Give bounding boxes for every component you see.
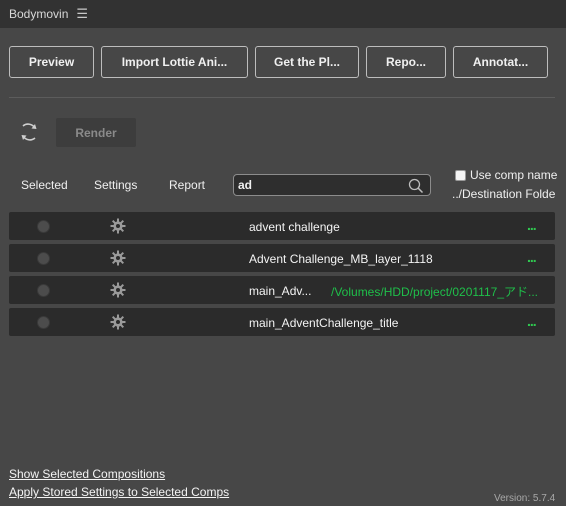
import-lottie-button[interactable]: Import Lottie Ani... <box>101 46 248 78</box>
gear-icon[interactable] <box>110 282 126 298</box>
version-label: Version: 5.7.4 <box>494 493 556 504</box>
select-radio[interactable] <box>37 316 50 329</box>
search-field[interactable] <box>233 174 431 196</box>
use-comp-name-option[interactable]: Use comp name <box>455 168 557 182</box>
select-radio[interactable] <box>37 284 50 297</box>
comp-name: main_AdventChallenge_title <box>249 316 399 330</box>
search-icon <box>408 178 424 194</box>
report-button[interactable]: Repo... <box>366 46 446 78</box>
annotate-button[interactable]: Annotat... <box>453 46 548 78</box>
search-input[interactable] <box>238 177 403 193</box>
gear-icon[interactable] <box>110 218 126 234</box>
comp-name: Advent Challenge_MB_layer_1118 <box>249 252 433 266</box>
comp-name: advent challenge <box>249 220 340 234</box>
preview-button[interactable]: Preview <box>9 46 94 78</box>
refresh-icon[interactable] <box>17 120 41 144</box>
apply-stored-settings-link[interactable]: Apply Stored Settings to Selected Comps <box>9 485 229 499</box>
destination-dots-button[interactable]: ... <box>527 249 537 265</box>
comp-row[interactable]: Advent Challenge_MB_layer_1118 ... <box>9 244 555 272</box>
destination-dots-button[interactable]: ... <box>527 313 537 329</box>
column-header-report: Report <box>169 178 206 192</box>
column-header-selected: Selected <box>21 178 68 192</box>
render-button[interactable]: Render <box>56 118 136 147</box>
show-selected-compositions-link[interactable]: Show Selected Compositions <box>9 467 165 481</box>
gear-icon[interactable] <box>110 250 126 266</box>
hamburger-menu-icon[interactable]: ☰ <box>76 6 88 22</box>
get-plugin-button[interactable]: Get the Pl... <box>255 46 359 78</box>
destination-path-link[interactable]: /Volumes/HDD/project/0201117_アド... <box>331 283 551 300</box>
comp-row[interactable]: main_AdventChallenge_title ... <box>9 308 555 336</box>
toolbar-divider <box>9 97 555 98</box>
comp-name: main_Adv... <box>249 284 312 298</box>
column-header-settings: Settings <box>94 178 138 192</box>
use-comp-name-checkbox[interactable] <box>455 169 466 181</box>
select-radio[interactable] <box>37 252 50 265</box>
comp-row[interactable]: advent challenge ... <box>9 212 555 240</box>
column-header-destination: ../Destination Folde <box>452 187 556 201</box>
select-radio[interactable] <box>37 220 50 233</box>
panel-titlebar: Bodymovin ☰ <box>0 0 566 28</box>
use-comp-name-label: Use comp name <box>470 168 558 182</box>
panel-title: Bodymovin <box>9 7 69 21</box>
gear-icon[interactable] <box>110 314 126 330</box>
destination-dots-button[interactable]: ... <box>527 217 537 233</box>
comp-row[interactable]: main_Adv... /Volumes/HDD/project/0201117… <box>9 276 555 304</box>
